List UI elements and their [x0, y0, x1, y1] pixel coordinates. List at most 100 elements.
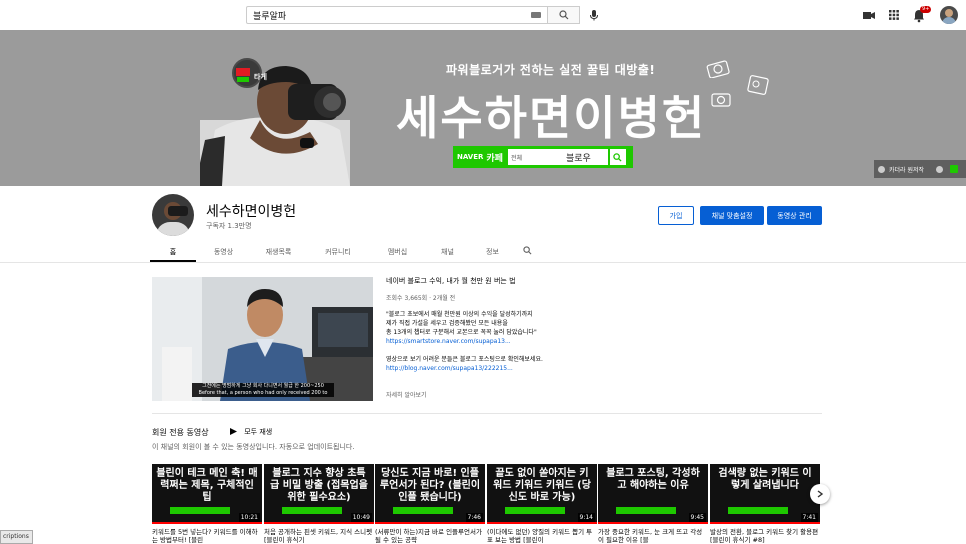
video-thumbnail[interactable]: 검색량 없는 키워드 이렇게 살려냅니다 7:41	[710, 464, 820, 524]
shelf-next-button[interactable]	[810, 484, 830, 504]
watch-progress-bar	[598, 522, 708, 524]
thumbnail-strip	[728, 507, 788, 514]
video-thumbnail[interactable]: 블로그 지수 향상 초특급 비밀 방출 (접목업을 위한 필수요소) 10:49	[264, 464, 374, 524]
tab-home[interactable]: 홈	[150, 242, 196, 262]
video-title[interactable]: (이다에도 없던) 양질의 키워드 뽑기 투표 보는 방법 [블린이	[487, 528, 597, 544]
phone-camera-icon	[747, 75, 769, 95]
thumbnail-strip	[282, 507, 342, 514]
tooltip: criptions	[0, 530, 33, 544]
thumbnail-strip	[170, 507, 230, 514]
video-duration: 7:41	[800, 513, 818, 522]
featured-video-title[interactable]: 네이버 블로그 수익, 내가 월 천만 원 버는 법	[386, 276, 516, 286]
search-input[interactable]: 블루알파	[246, 6, 548, 24]
channel-avatar[interactable]	[152, 194, 194, 236]
photo-camera-icon	[711, 93, 731, 107]
watch-progress-bar	[375, 522, 485, 524]
featured-video-thumbnail[interactable]: 그전에는 명범하게 그냥 회사 다니면서 월급 한 200~250 Before…	[152, 277, 373, 401]
account-avatar[interactable]	[940, 6, 958, 24]
banner-subtitle-pre: 파워블로거가 전하는	[446, 63, 560, 77]
read-more-link[interactable]: 자세히 알아보기	[386, 390, 427, 399]
tab-videos[interactable]: 동영상	[196, 242, 251, 262]
video-title[interactable]: (서류만이 하는)지금 바로 인플루언서가 될 수 있는 공략	[375, 528, 485, 544]
video-thumbnail[interactable]: 끝도 없이 쏟아지는 키워드 키워드 키워드 (당신도 바로 가능) 9:14	[487, 464, 597, 524]
search-icon	[613, 152, 622, 162]
thumbnail-strip	[616, 507, 676, 514]
play-all-label: 모두 재생	[244, 428, 273, 436]
play-all-button[interactable]: 모두 재생	[230, 427, 272, 437]
featured-video-caption: 그전에는 명범하게 그냥 회사 다니면서 월급 한 200~250 Before…	[192, 383, 334, 397]
video-title[interactable]: 키워드를 5번 넣는다? 키워드를 이해하는 방법부터! [블린	[152, 528, 262, 544]
naver-query-value: 블로우	[566, 153, 591, 164]
customize-channel-button[interactable]: 채널 맞춤설정	[700, 206, 764, 225]
banner-subtitle: 파워블로거가 전하는 실전 꿀팁 대방출!	[446, 61, 655, 78]
video-thumbnail[interactable]: 블린이 테크 메인 축! 매력쩌는 제목, 구체적인 팁 10:21	[152, 464, 262, 524]
keyboard-icon[interactable]	[531, 12, 541, 18]
search-icon	[522, 246, 531, 255]
desc-link-smartstore[interactable]: https://smartstore.naver.com/supapa13...	[386, 337, 606, 346]
play-icon	[230, 428, 237, 435]
thumbnail-text: 당신도 지금 바로! 인플루언서가 된다? (블린이 인플 됐습니다)	[379, 468, 481, 503]
video-duration: 7:46	[465, 513, 483, 522]
tab-community[interactable]: 커뮤니티	[306, 242, 370, 262]
naver-cafe-label: 카페	[486, 153, 503, 164]
shelf-title[interactable]: 회원 전용 동영상	[152, 427, 209, 438]
subscriber-count: 구독자 1.3만명	[206, 222, 252, 230]
join-button[interactable]: 가입	[658, 206, 694, 225]
tab-membership[interactable]: 멤버십	[370, 242, 425, 262]
banner-title: 세수하면이병헌	[396, 91, 707, 145]
channel-tabs: 홈 동영상 재생목록 커뮤니티 멤버십 채널 정보	[150, 242, 822, 262]
thumbnail-strip	[393, 507, 453, 514]
top-bar: 블루알파 9+	[0, 0, 966, 30]
video-duration: 10:21	[238, 513, 260, 522]
featured-video-description: "블로그 초보에서 매월 천만원 이상의 수익을 달성하기까지 제가 직접 가설…	[386, 310, 606, 373]
video-thumbnail[interactable]: 블로그 포스팅, 각성하고 해야하는 이유 9:45	[598, 464, 708, 524]
camera-icon	[706, 60, 730, 78]
banner-subtitle-bold: 실전 꿀팁	[559, 63, 611, 77]
notifications-button[interactable]: 9+	[912, 6, 932, 24]
video-duration: 9:14	[577, 513, 595, 522]
video-title[interactable]: 발상의 전환, 블로그 키워드 찾기 활용편 [블린이 휴식기 #8]	[710, 528, 820, 544]
tabs-divider	[0, 262, 966, 263]
shelf-subtitle: 이 채널의 회원이 볼 수 있는 동영상입니다. 자동으로 업데이트됩니다.	[152, 443, 355, 451]
desc-link-blog[interactable]: http://blog.naver.com/supapa13/222215...	[386, 364, 606, 373]
search-button[interactable]	[548, 6, 580, 24]
manage-videos-button[interactable]: 동영상 관리	[767, 206, 822, 225]
thumbnail-text: 블린이 테크 메인 축! 매력쩌는 제목, 구체적인 팁	[156, 468, 258, 503]
naver-search-input[interactable]: 전체 블로우	[507, 149, 608, 165]
banner-social-icon	[936, 165, 944, 173]
naver-search-button[interactable]	[609, 149, 626, 165]
apps-grid-icon[interactable]	[888, 7, 900, 23]
notification-count-badge: 9+	[920, 6, 932, 13]
caption-line-en: Before that, a person who had only recei…	[198, 390, 328, 396]
thumbnail-text: 블로그 지수 향상 초특급 비밀 방출 (접목업을 위한 필수요소)	[270, 468, 368, 503]
thumbnail-text: 끝도 없이 쏟아지는 키워드 키워드 키워드 (당신도 바로 가능)	[493, 468, 591, 503]
video-title[interactable]: 가장 중요한 키워드, 눈 크게 뜨고 각성이 필요한 이유 [블	[598, 528, 708, 544]
thumbnail-text: 블로그 포스팅, 각성하고 해야하는 이유	[606, 468, 700, 491]
video-thumbnail[interactable]: 당신도 지금 바로! 인플루언서가 된다? (블린이 인플 됐습니다) 7:46	[375, 464, 485, 524]
tab-playlists[interactable]: 재생목록	[251, 242, 306, 262]
video-duration: 10:49	[350, 513, 372, 522]
banner-logo-badge: 타게	[232, 58, 278, 88]
watch-progress-bar	[264, 522, 374, 524]
tab-about[interactable]: 정보	[470, 242, 515, 262]
naver-label: NAVER	[457, 153, 484, 161]
video-title[interactable]: 처음 공개하는 핀셋 키워드, 지식 스니펫 [블린이 휴식기	[264, 528, 374, 544]
watch-progress-bar	[152, 522, 262, 524]
naver-cafe-search-bar: NAVER 카페 전체 블로우	[453, 146, 633, 168]
desc-line: "블로그 초보에서 매월 천만원 이상의 수익을 달성하기까지	[386, 311, 533, 318]
section-divider	[152, 413, 822, 414]
channel-name: 세수하면이병헌	[206, 204, 297, 220]
desc-line: 제가 직접 가설을 세우고 검증해봤던 모든 내용을	[386, 320, 508, 327]
mic-icon[interactable]	[587, 8, 601, 22]
banner-subtitle-post: 대방출!	[610, 63, 656, 77]
banner-links-text: 카더라 원저작	[889, 166, 925, 174]
channel-banner: 타게 파워블로거가 전하는 실전 꿀팁 대방출! 세수하면이병헌 NAVER 카…	[0, 30, 966, 186]
naver-select-value: 전체	[510, 154, 522, 162]
banner-links[interactable]: 카더라 원저작	[874, 160, 966, 178]
thumbnail-text: 검색량 없는 키워드 이렇게 살려냅니다	[718, 468, 812, 491]
banner-link-icon	[878, 165, 885, 173]
tab-search-button[interactable]	[515, 242, 539, 262]
create-video-icon[interactable]	[862, 7, 876, 23]
tab-channels[interactable]: 채널	[425, 242, 470, 262]
desc-line: 영상으로 보기 어려운 분들은 블로그 포스팅으로 확인해보세요.	[386, 356, 543, 363]
